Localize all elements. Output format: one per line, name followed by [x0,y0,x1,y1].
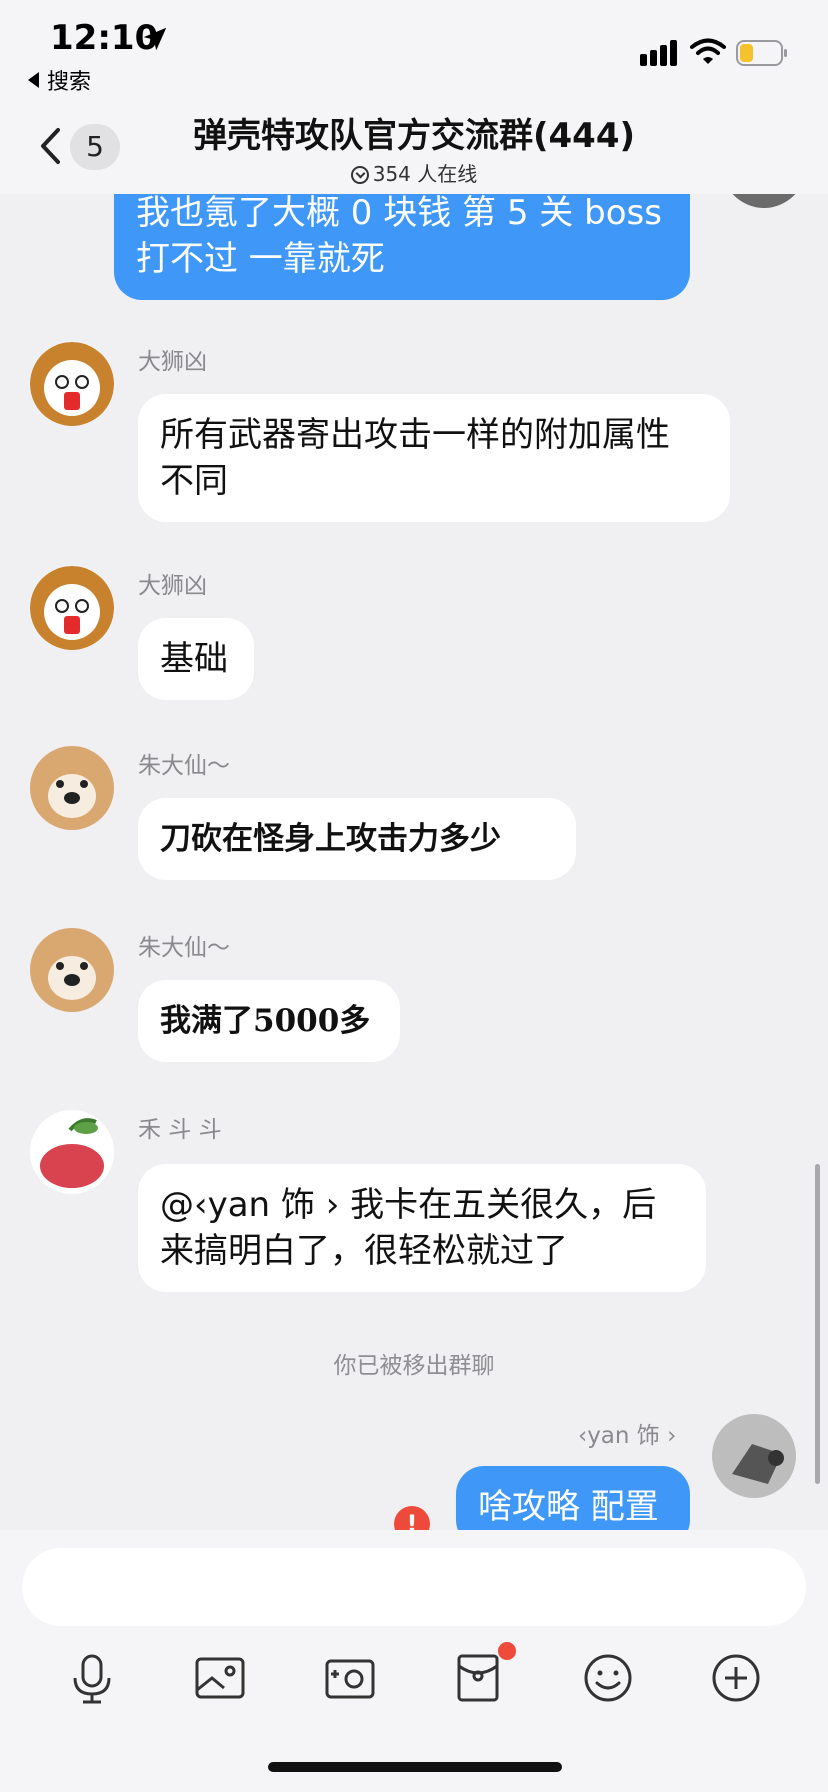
send-failed-icon[interactable]: ! [394,1506,430,1530]
plus-icon [712,1654,760,1702]
message-text-line: 刀砍在怪身上攻击力多少 [160,821,501,857]
lion-avatar-icon [30,342,114,426]
avatar[interactable] [30,928,114,1012]
message-bubble[interactable]: 所有武器寄出攻击一样的附加属性 不同 [138,394,730,522]
message-text-line: 啥攻略 配置 [478,1487,659,1527]
message-input[interactable] [22,1548,806,1626]
sender-name[interactable]: 朱大仙～ [138,928,230,962]
back-to-search-link[interactable]: 搜索 [28,64,91,96]
location-arrow-icon [143,27,167,51]
dog-avatar-icon [30,928,114,1012]
cellular-signal-icon [640,40,677,66]
dog-avatar-icon [30,746,114,830]
message-text-line: 打不过 一靠就死 [136,239,385,279]
message-bubble[interactable]: 我满了5000多 [138,980,400,1062]
image-icon [195,1657,245,1699]
sender-name[interactable]: 朱大仙～ [138,746,230,780]
scrollbar[interactable] [815,1164,820,1484]
user-avatar-icon [712,1414,796,1498]
notification-dot [498,1642,516,1660]
message-text-line: @‹yan 饰 › 我卡在五关很久，后 [160,1185,657,1225]
avatar[interactable] [722,194,806,208]
online-count[interactable]: 354 人在线 [0,158,828,187]
message-text-line: 来搞明白了，很轻松就过了 [160,1231,568,1271]
online-count-text: 354 人在线 [372,162,478,186]
avatar[interactable] [30,342,114,426]
wifi-icon [690,38,726,64]
system-notice: 你已被移出群聊 [333,1353,495,1379]
message-text-line: 基础 [160,639,228,679]
microphone-icon [73,1654,111,1704]
sender-name[interactable]: ‹yan 饰 › [578,1416,676,1450]
message-bubble[interactable]: @‹yan 饰 › 我卡在五关很久，后 来搞明白了，很轻松就过了 [138,1164,706,1292]
avatar[interactable] [30,1110,114,1194]
back-app-label: 搜索 [47,70,92,95]
chevron-down-icon [350,166,369,184]
message-text-line: 我也氪了大概 0 块钱 第 5 关 boss [136,194,662,233]
sender-name[interactable]: 大狮凶 [138,566,207,600]
emoji-button[interactable] [580,1650,636,1706]
message-text-line: 所有武器寄出攻击一样的附加属性 [160,415,670,455]
camera-button[interactable] [322,1650,378,1706]
chat-header: 5 弹壳特攻队官方交流群(444) 354 人在线 [0,96,828,194]
voice-button[interactable] [64,1650,120,1706]
avatar[interactable] [30,566,114,650]
avatar[interactable] [712,1414,796,1498]
message-text-line: 我满了5000多 [160,1003,371,1039]
battery-icon [736,40,787,66]
back-triangle-icon [28,72,39,88]
message-list[interactable]: 我也氪了大概 0 块钱 第 5 关 boss 打不过 一靠就死 大狮凶 所有武器… [0,194,828,1530]
camera-icon [325,1659,375,1699]
status-bar: 12:10 搜索 [0,0,828,96]
photo-button[interactable] [192,1650,248,1706]
group-title[interactable]: 弹壳特攻队官方交流群(444) [0,108,828,157]
cherry-avatar-icon [30,1110,114,1194]
avatar[interactable] [30,746,114,830]
red-packet-button[interactable] [450,1650,506,1706]
message-bubble[interactable]: 啥攻略 配置 [456,1466,690,1530]
home-indicator[interactable] [268,1762,562,1772]
red-packet-icon [457,1654,499,1702]
input-area [0,1530,828,1792]
lion-avatar-icon [30,566,114,650]
sender-name[interactable]: 禾 斗 斗 [138,1110,222,1144]
message-text-line: 不同 [160,461,228,501]
emoji-icon [584,1654,632,1702]
sender-name[interactable]: 大狮凶 [138,342,207,376]
message-bubble[interactable]: 基础 [138,618,254,700]
message-bubble[interactable]: 刀砍在怪身上攻击力多少 [138,798,576,880]
more-button[interactable] [708,1650,764,1706]
message-bubble[interactable]: 我也氪了大概 0 块钱 第 5 关 boss 打不过 一靠就死 [114,194,690,300]
